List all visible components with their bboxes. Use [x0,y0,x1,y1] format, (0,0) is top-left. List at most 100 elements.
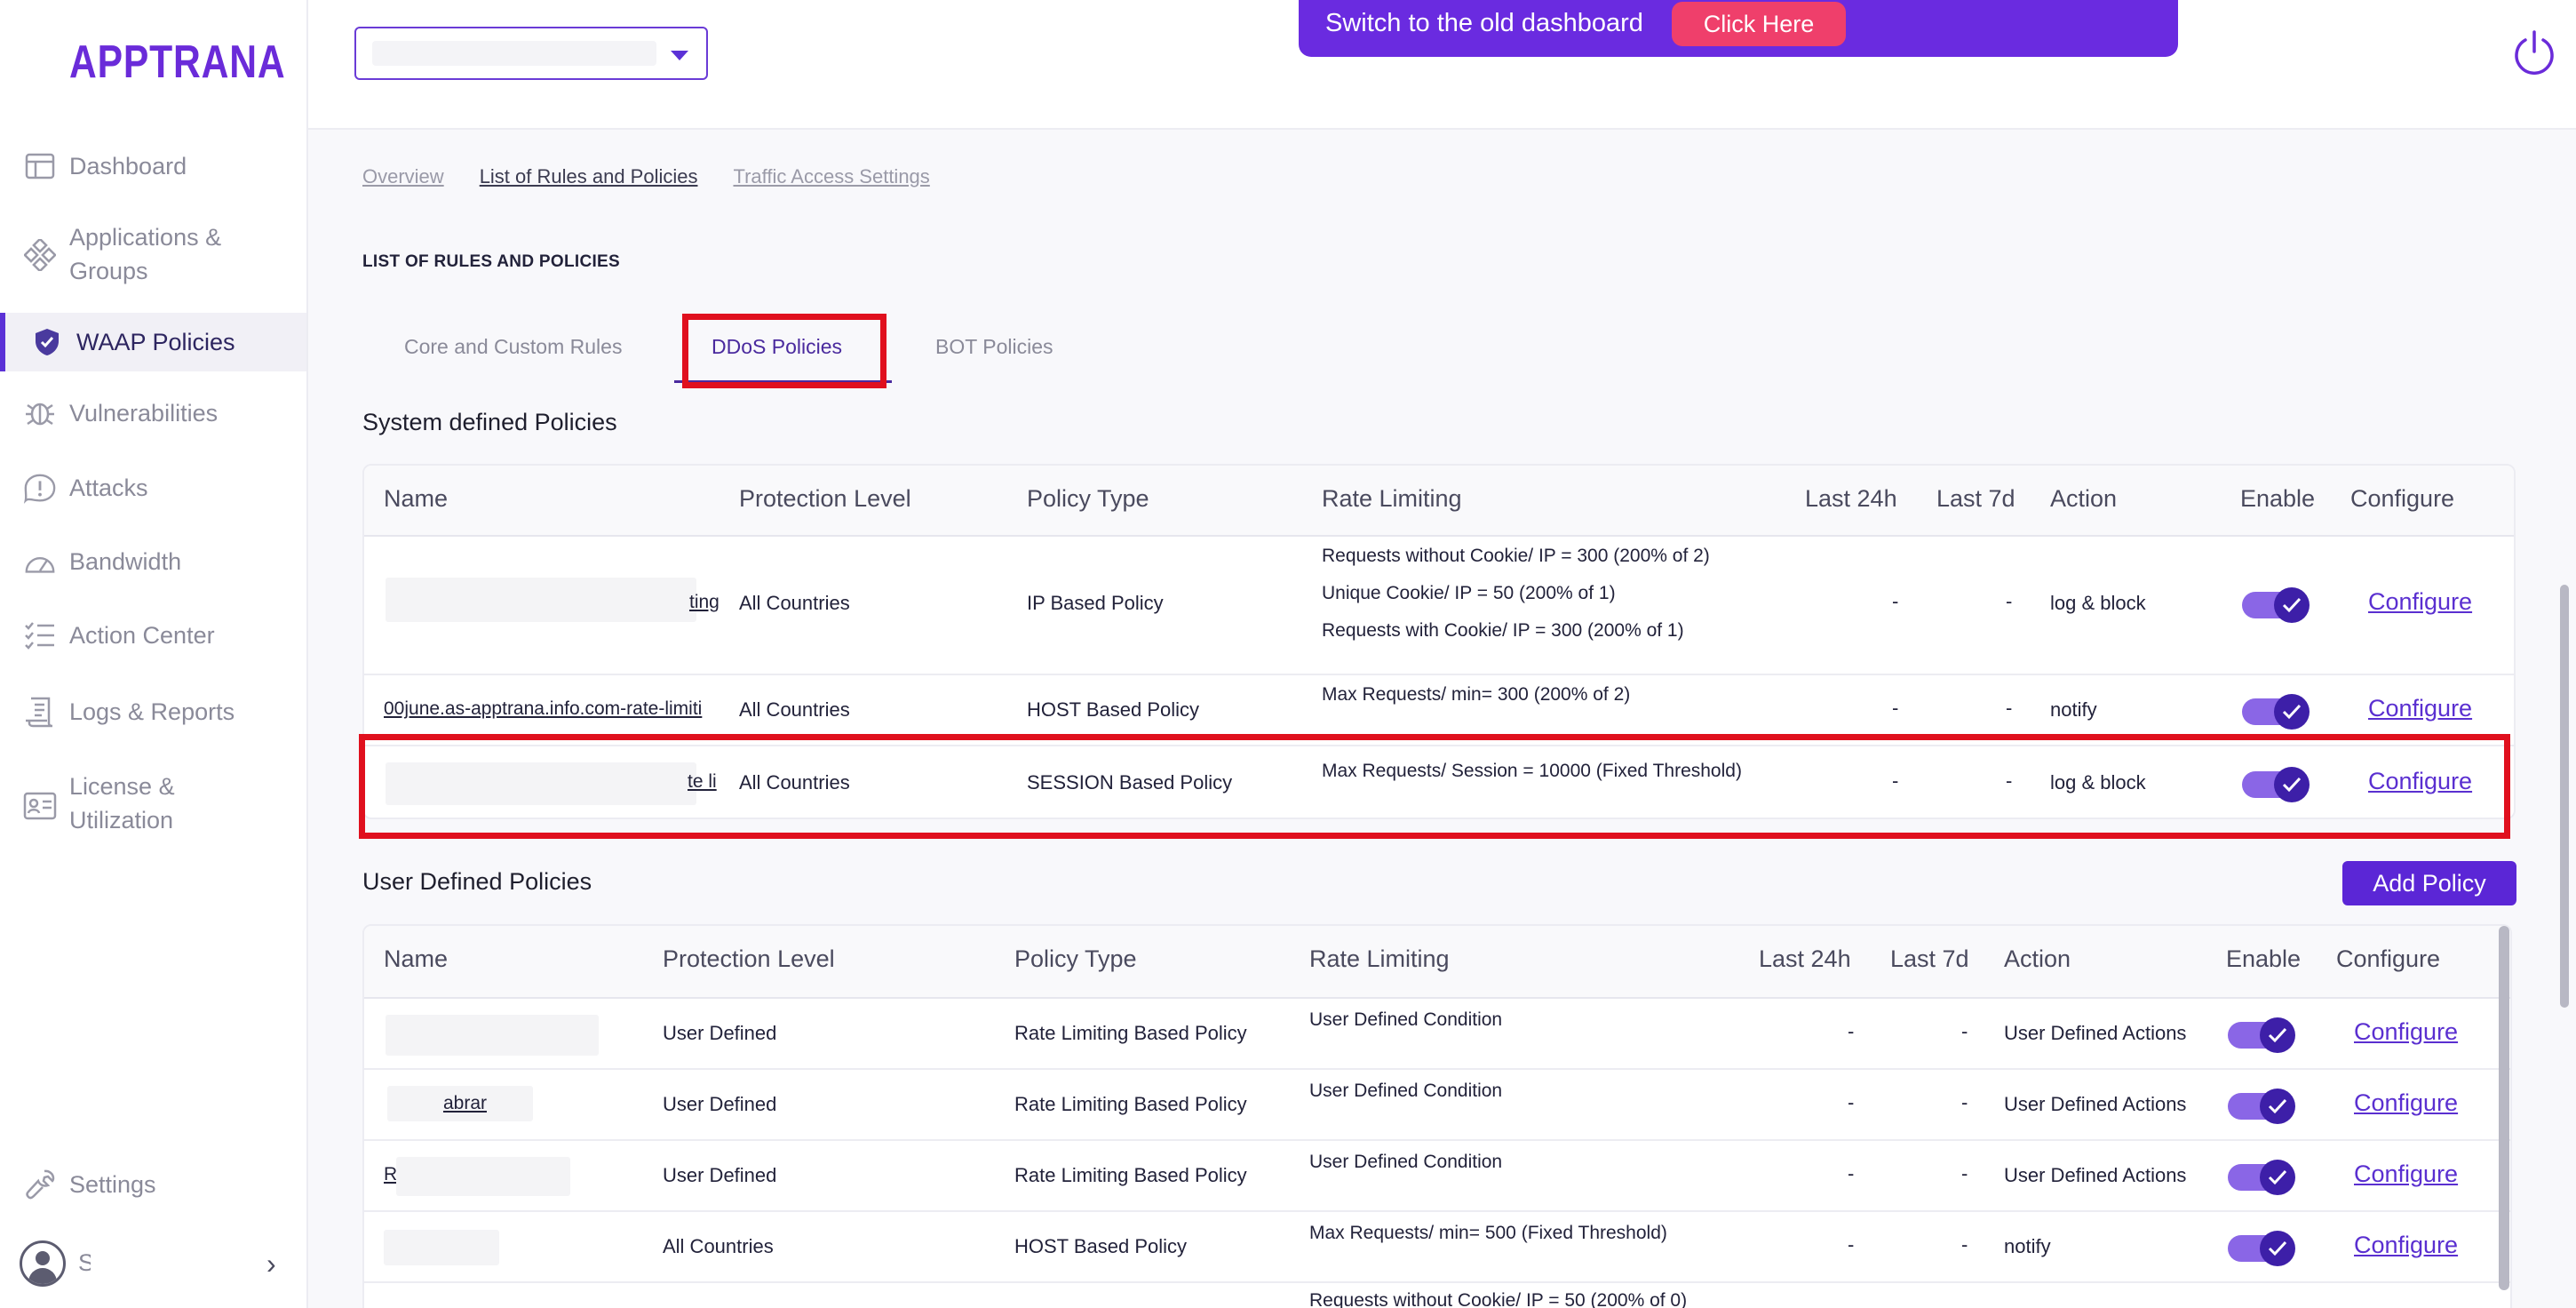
configure-link[interactable]: Configure [2354,1160,2458,1188]
chevron-right-icon[interactable]: › [266,1248,276,1280]
sidebar-item-action-center[interactable]: Action Center [0,618,306,652]
check-icon [2274,694,2310,730]
shield-icon [30,325,64,359]
policy-type: Rate Limiting Based Policy [1014,1093,1247,1115]
sidebar-item-applications[interactable]: Applications & Groups [0,220,306,291]
gauge-icon [23,545,57,578]
sidebar-item-dashboard[interactable]: Dashboard [0,149,306,183]
sidebar-item-label: License & [69,773,175,800]
policy-name-link[interactable]: abrar [384,1093,597,1114]
topbar: Switch to the old dashboard Click Here [308,0,2576,130]
policy-type: Rate Limiting Based Policy [1014,1022,1247,1044]
switch-dashboard-text: Switch to the old dashboard [1325,9,1643,37]
col-rate-limiting: Rate Limiting [1322,485,1462,512]
last-24h: - [1892,697,1899,719]
configure-link[interactable]: Configure [2354,1089,2458,1117]
sidebar-item-settings[interactable]: Settings [0,1168,306,1201]
table-header: Name Protection Level Policy Type Rate L… [364,466,2514,537]
click-here-button[interactable]: Click Here [1672,2,1846,46]
apptrana-logo[interactable]: APPTRANA [69,36,285,89]
rate-limit-line: User Defined Condition [1309,1009,1503,1030]
col-action: Action [2050,485,2118,512]
enable-toggle[interactable] [2228,1160,2295,1195]
selected-application-redacted [372,41,656,66]
last-24h: - [1848,1020,1855,1042]
policy-name-redacted [386,1015,599,1056]
sidebar-item-label: Bandwidth [69,548,182,575]
check-icon [2260,1160,2295,1195]
col-configure: Configure [2336,945,2441,972]
configure-link[interactable]: Configure [2368,588,2472,616]
check-icon [2260,1017,2295,1053]
sidebar-item-attacks[interactable]: Attacks [0,471,306,505]
sidebar-item-license[interactable]: License & Utilization [0,770,306,841]
policy-name-redacted [386,578,696,622]
last-7d: - [2006,697,2013,719]
enable-toggle[interactable] [2242,694,2310,730]
alert-icon [23,471,57,505]
last-7d: - [1961,1162,1968,1184]
tab-bot-policies[interactable]: BOT Policies [935,327,1053,366]
enable-toggle[interactable] [2242,587,2310,623]
dashboard-icon [23,149,57,183]
enable-toggle[interactable] [2228,1089,2295,1124]
applications-icon [23,238,57,272]
power-icon[interactable] [2510,28,2558,76]
page-title: LIST OF RULES AND POLICIES [362,252,620,271]
policy-name-link[interactable]: ting [689,592,727,613]
table-row: User Defined Rate Limiting Based Policy … [364,999,2510,1070]
action: log & block [2050,592,2146,614]
table-row: Requests without Cookie/ IP = 50 (200% o… [364,1283,2510,1308]
last-24h: - [1848,1162,1855,1184]
rate-limit-line: User Defined Condition [1309,1152,1503,1172]
rate-limit-line: Max Requests/ min= 500 (Fixed Threshold) [1309,1223,1667,1243]
add-policy-button[interactable]: Add Policy [2342,861,2516,905]
sidebar: APPTRANA Dashboard Applications & Groups… [0,0,308,1308]
sidebar-item-waap-policies[interactable]: WAAP Policies [0,313,306,371]
sidebar-item-label: Attacks [69,475,148,501]
sidebar-item-label: Action Center [69,622,215,649]
policy-name-link[interactable]: 00june.as-apptrana.info.com-rate-limiti [384,698,728,720]
col-configure: Configure [2350,485,2455,512]
check-icon [2260,1089,2295,1124]
subnav-traffic-access[interactable]: Traffic Access Settings [733,165,929,188]
protection-level: User Defined [663,1093,777,1115]
enable-toggle[interactable] [2228,1231,2295,1266]
col-protection-level: Protection Level [663,945,835,972]
policy-type: IP Based Policy [1027,592,1164,614]
policy-name-redacted [384,1230,499,1265]
rate-limit-line: User Defined Condition [1309,1081,1503,1101]
action: notify [2050,698,2097,721]
last-7d: - [1961,1091,1968,1113]
table-scrollbar[interactable] [2499,926,2509,1290]
switch-dashboard-banner: Switch to the old dashboard Click Here [1299,0,2178,57]
sidebar-item-label: Dashboard [69,153,187,179]
user-menu[interactable]: S › [0,1240,306,1287]
table-row: abrar User Defined Rate Limiting Based P… [364,1070,2510,1141]
subnav-rules-policies[interactable]: List of Rules and Policies [480,165,698,188]
last-24h: - [1848,1091,1855,1113]
subnav-overview[interactable]: Overview [362,165,444,188]
enable-toggle[interactable] [2228,1017,2295,1053]
sidebar-item-vulnerabilities[interactable]: Vulnerabilities [0,396,306,430]
col-enable: Enable [2226,945,2302,972]
wrench-icon [23,1168,57,1201]
sidebar-item-logs-reports[interactable]: Logs & Reports [0,695,306,729]
page-scrollbar[interactable] [2560,585,2569,1008]
col-action: Action [2004,945,2071,972]
configure-link[interactable]: Configure [2354,1018,2458,1046]
ddos-tab-highlight [682,314,886,388]
application-select[interactable] [354,27,708,80]
last-7d: - [1961,1233,1968,1256]
configure-link[interactable]: Configure [2368,695,2472,722]
configure-link[interactable]: Configure [2354,1232,2458,1259]
rate-limit-line: Unique Cookie/ IP = 50 (200% of 1) [1322,583,1616,603]
sidebar-item-bandwidth[interactable]: Bandwidth [0,545,306,578]
col-rate-limiting: Rate Limiting [1309,945,1450,972]
tab-core-custom-rules[interactable]: Core and Custom Rules [404,327,622,366]
protection-level: All Countries [739,698,850,721]
bug-icon [23,396,57,430]
col-enable: Enable [2240,485,2316,512]
last-7d: - [2006,590,2013,612]
action: User Defined Actions [2004,1164,2187,1186]
